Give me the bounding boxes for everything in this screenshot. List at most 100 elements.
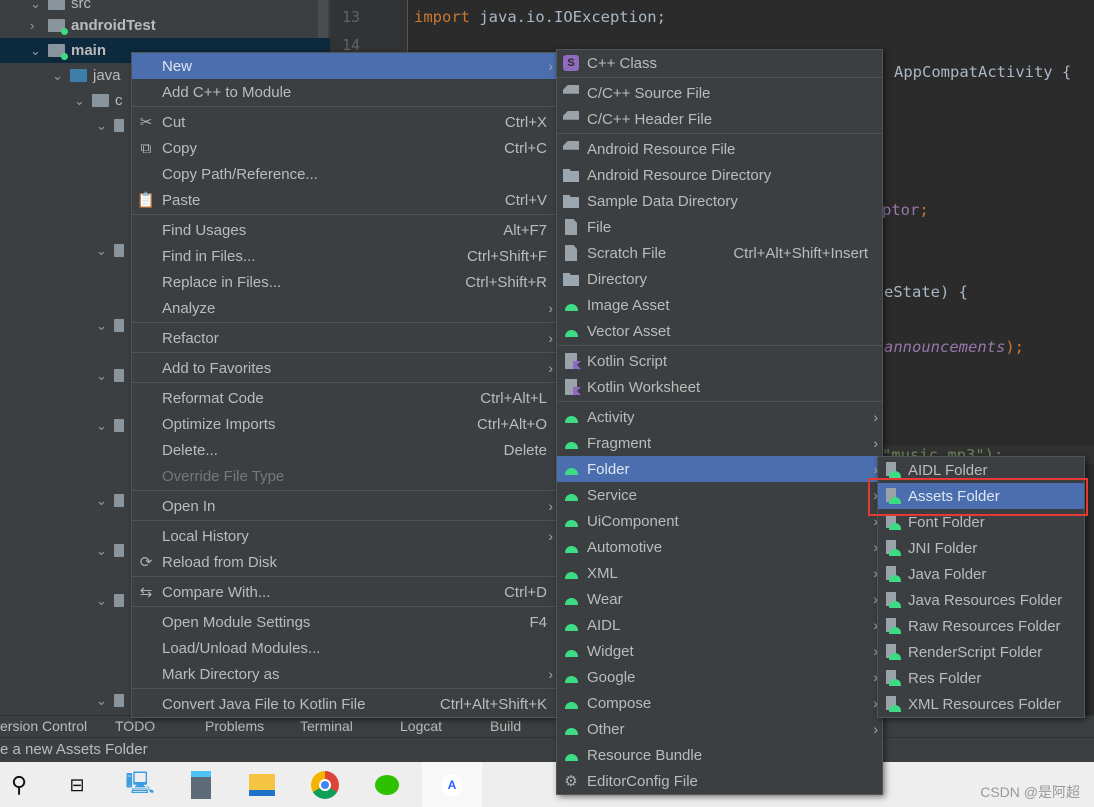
menu-item-delete[interactable]: Delete... Delete [132, 437, 557, 463]
menu-item-find-usages[interactable]: Find Usages Alt+F7 [132, 217, 557, 243]
menu-item-android-resource-file[interactable]: <> Android Resource File [557, 136, 882, 162]
code-fragment[interactable]: announcements); [884, 338, 1024, 356]
menu-item-c-class[interactable]: S C++ Class [557, 50, 882, 76]
file-explorer-icon[interactable] [247, 770, 277, 800]
menu-item-kotlin-worksheet[interactable]: Kotlin Worksheet [557, 374, 882, 400]
chevron-down-icon[interactable]: ⌄ [96, 368, 110, 384]
menu-item-directory[interactable]: Directory [557, 266, 882, 292]
menu-item-java-resources-folder[interactable]: Java Resources Folder [878, 587, 1084, 613]
chevron-down-icon[interactable]: ⌄ [96, 593, 110, 609]
menu-item-new[interactable]: New › [132, 53, 557, 79]
menu-item-jni-folder[interactable]: JNI Folder [878, 535, 1084, 561]
code-fragment[interactable]: ptor; [882, 201, 929, 219]
chevron-down-icon[interactable]: ⌄ [30, 43, 44, 59]
menu-item-c-c-source-file[interactable]: C++ C/C++ Source File [557, 80, 882, 106]
chevron-down-icon[interactable]: ⌄ [96, 693, 110, 709]
menu-item-file[interactable]: File [557, 214, 882, 240]
menu-item-wear[interactable]: Wear › [557, 586, 882, 612]
menu-item-local-history[interactable]: Local History › [132, 523, 557, 549]
menu-item-uicomponent[interactable]: UiComponent › [557, 508, 882, 534]
tree-item-collapsed[interactable]: ⌄ [96, 113, 130, 138]
android-studio-icon[interactable]: A [422, 762, 482, 807]
wechat-icon[interactable] [372, 770, 402, 800]
menu-item-open-in[interactable]: Open In › [132, 493, 557, 519]
menu-item-xml[interactable]: XML › [557, 560, 882, 586]
menu-item-google[interactable]: Google › [557, 664, 882, 690]
menu-item-java-folder[interactable]: Java Folder [878, 561, 1084, 587]
menu-item-res-folder[interactable]: Res Folder [878, 665, 1084, 691]
this-pc-icon[interactable]: 🖳 [125, 770, 155, 800]
menu-item-kotlin-script[interactable]: Kotlin Script [557, 348, 882, 374]
chevron-down-icon[interactable]: ⌄ [96, 493, 110, 509]
menu-item-aidl[interactable]: AIDL › [557, 612, 882, 638]
tool-window-todo[interactable]: TODO [115, 718, 155, 734]
chrome-icon[interactable] [310, 770, 340, 800]
code-fragment[interactable]: AppCompatActivity { [894, 63, 1071, 81]
menu-item-resource-bundle[interactable]: Resource Bundle [557, 742, 882, 768]
menu-item-compare-with[interactable]: ⇆ Compare With... Ctrl+D [132, 579, 557, 605]
menu-item-add-c-to-module[interactable]: Add C++ to Module [132, 79, 557, 105]
tree-item-java[interactable]: ⌄ java [52, 63, 121, 88]
menu-item-folder[interactable]: Folder › [557, 456, 882, 482]
tree-item-collapsed[interactable]: ⌄ [96, 413, 130, 438]
menu-item-other[interactable]: Other › [557, 716, 882, 742]
chevron-down-icon[interactable]: ⌄ [96, 118, 110, 134]
menu-item-copy-path-reference[interactable]: Copy Path/Reference... [132, 161, 557, 187]
search-icon[interactable]: ⚲ [4, 770, 34, 800]
menu-item-c-c-header-file[interactable]: H C/C++ Header File [557, 106, 882, 132]
menu-item-service[interactable]: Service › [557, 482, 882, 508]
tree-item-collapsed[interactable]: ⌄ [96, 488, 130, 513]
chevron-down-icon[interactable]: ⌄ [96, 318, 110, 334]
menu-item-paste[interactable]: 📋 Paste Ctrl+V [132, 187, 557, 213]
menu-item-raw-resources-folder[interactable]: Raw Resources Folder [878, 613, 1084, 639]
menu-item-widget[interactable]: Widget › [557, 638, 882, 664]
tree-item-collapsed[interactable]: ⌄ [96, 588, 130, 613]
menu-item-convert-java-file-to-kotlin-file[interactable]: Convert Java File to Kotlin File Ctrl+Alt… [132, 691, 557, 717]
tool-window-logcat[interactable]: Logcat [400, 718, 442, 734]
chevron-down-icon[interactable]: ⌄ [74, 93, 88, 109]
tree-item-collapsed[interactable]: ⌄ [96, 313, 130, 338]
menu-item-reload-from-disk[interactable]: ⟳ Reload from Disk [132, 549, 557, 575]
menu-item-xml-resources-folder[interactable]: XML Resources Folder [878, 691, 1084, 717]
menu-item-add-to-favorites[interactable]: Add to Favorites › [132, 355, 557, 381]
menu-item-editorconfig-file[interactable]: ⚙ EditorConfig File [557, 768, 882, 794]
menu-item-copy[interactable]: ⧉ Copy Ctrl+C [132, 135, 557, 161]
tree-item-collapsed[interactable]: ⌄ [96, 538, 130, 563]
menu-item-replace-in-files[interactable]: Replace in Files... Ctrl+Shift+R [132, 269, 557, 295]
calculator-icon[interactable] [186, 770, 216, 800]
menu-item-optimize-imports[interactable]: Optimize Imports Ctrl+Alt+O [132, 411, 557, 437]
chevron-down-icon[interactable]: ⌄ [96, 243, 110, 259]
tree-item-androidtest[interactable]: › androidTest [30, 13, 156, 38]
menu-item-activity[interactable]: Activity › [557, 404, 882, 430]
menu-item-renderscript-folder[interactable]: RenderScript Folder [878, 639, 1084, 665]
tool-window-version-control[interactable]: ersion Control [0, 718, 87, 734]
chevron-down-icon[interactable]: ⌄ [52, 68, 66, 84]
menu-item-mark-directory-as[interactable]: Mark Directory as › [132, 661, 557, 687]
menu-item-compose[interactable]: Compose › [557, 690, 882, 716]
menu-item-android-resource-directory[interactable]: Android Resource Directory [557, 162, 882, 188]
code-fragment[interactable]: eState) { [884, 283, 968, 301]
menu-item-find-in-files[interactable]: Find in Files... Ctrl+Shift+F [132, 243, 557, 269]
tree-item-collapsed[interactable]: ⌄ [96, 688, 130, 713]
chevron-down-icon[interactable]: ⌄ [30, 0, 44, 12]
task-view-icon[interactable]: ⊟ [62, 770, 92, 800]
chevron-right-icon[interactable]: › [30, 18, 44, 33]
chevron-down-icon[interactable]: ⌄ [96, 418, 110, 434]
tool-window-terminal[interactable]: Terminal [300, 718, 353, 734]
code-line-import[interactable]: import java.io.IOException; [414, 8, 666, 26]
menu-item-load-unload-modules[interactable]: Load/Unload Modules... [132, 635, 557, 661]
tool-window-build[interactable]: Build [490, 718, 521, 734]
tool-window-problems[interactable]: Problems [205, 718, 264, 734]
menu-item-automotive[interactable]: Automotive › [557, 534, 882, 560]
tree-item-collapsed[interactable]: ⌄ [96, 238, 130, 263]
tree-item-collapsed[interactable]: ⌄ [96, 363, 130, 388]
menu-item-cut[interactable]: ✂ Cut Ctrl+X [132, 109, 557, 135]
chevron-down-icon[interactable]: ⌄ [96, 543, 110, 559]
menu-item-vector-asset[interactable]: Vector Asset [557, 318, 882, 344]
tree-item-package[interactable]: ⌄ c [74, 88, 123, 113]
menu-item-refactor[interactable]: Refactor › [132, 325, 557, 351]
menu-item-scratch-file[interactable]: Scratch File Ctrl+Alt+Shift+Insert [557, 240, 882, 266]
menu-item-reformat-code[interactable]: Reformat Code Ctrl+Alt+L [132, 385, 557, 411]
menu-item-analyze[interactable]: Analyze › [132, 295, 557, 321]
menu-item-image-asset[interactable]: Image Asset [557, 292, 882, 318]
